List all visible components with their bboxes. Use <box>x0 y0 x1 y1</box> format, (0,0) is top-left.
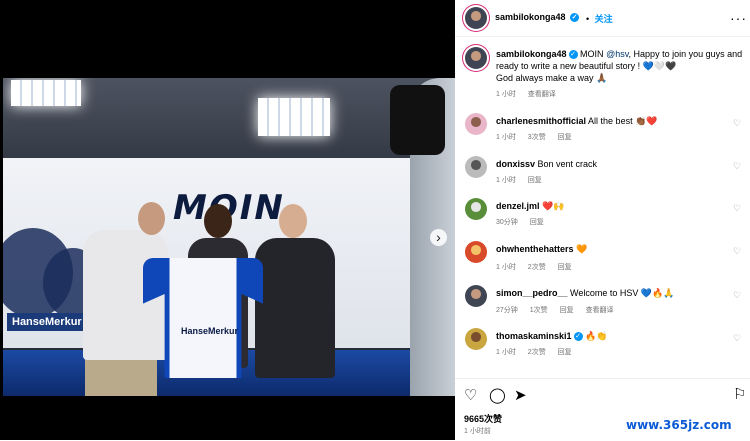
comment: ohwhenthehatters 🧡 <box>496 244 587 255</box>
sponsor-banner: HanseMerkur <box>7 313 87 331</box>
caption-line2: God always make a way 🙏🏾 <box>496 73 608 83</box>
comment-like-icon[interactable]: ♡ <box>733 161 741 172</box>
person-center-head <box>204 204 232 238</box>
comment-avatar[interactable] <box>465 328 487 350</box>
header-username[interactable]: sambilokonga48 <box>495 12 566 22</box>
follow-button[interactable]: 关注 <box>595 14 613 24</box>
verified-badge-icon: ✓ <box>570 13 580 23</box>
person-left-head <box>138 202 165 235</box>
ceiling-light <box>258 98 330 136</box>
see-translation-link[interactable]: 查看翻译 <box>586 307 614 314</box>
see-translation-link[interactable]: 查看翻译 <box>528 91 556 98</box>
comment-body: 🧡 <box>576 244 588 254</box>
comment-like-icon[interactable]: ♡ <box>733 203 741 214</box>
comment-username[interactable]: charlenesmithofficial <box>496 116 586 126</box>
comment-body: Bon vent crack <box>537 159 598 169</box>
comment-like-icon[interactable]: ♡ <box>733 118 741 129</box>
comment-like-icon[interactable]: ♡ <box>733 246 741 257</box>
verified-badge-icon: ✓ <box>568 50 578 60</box>
post-time: 1 小时前 <box>464 428 491 435</box>
comment-username[interactable]: denzel.jml <box>496 201 540 211</box>
comment-time: 30分钟 <box>496 219 518 226</box>
reply-button[interactable]: 回复 <box>560 307 574 314</box>
comment-body: Welcome to HSV 💙🔥🙏 <box>570 288 675 298</box>
post-header: sambilokonga48 ✓ • 关注 ··· <box>455 0 750 37</box>
share-icon[interactable]: ➤ <box>514 386 527 404</box>
comment-time: 1 小时 <box>496 349 516 356</box>
caption-time: 1 小时 <box>496 91 516 98</box>
comment-like-icon[interactable]: ♡ <box>733 333 741 344</box>
person-right-head <box>279 204 307 238</box>
camera <box>390 85 445 155</box>
avatar[interactable] <box>465 7 487 29</box>
post-caption: sambilokonga48 ✓ MOIN @hsv, Happy to join… <box>496 48 744 84</box>
ceiling-light <box>11 80 81 106</box>
carousel-next-icon[interactable]: › <box>430 229 447 246</box>
comment-time: 1 小时 <box>496 177 516 184</box>
person-right <box>255 238 335 378</box>
comment: thomaskaminski1 ✓ 🔥👏 <box>496 331 607 342</box>
reply-button[interactable]: 回复 <box>528 177 542 184</box>
comment-icon[interactable]: ◯ <box>489 386 506 404</box>
comment-username[interactable]: simon__pedro__ <box>496 288 568 298</box>
comment-likes[interactable]: 3次赞 <box>528 134 546 141</box>
caption-lead: MOIN <box>580 49 604 59</box>
comment-time: 1 小时 <box>496 264 516 271</box>
comment-time: 27分钟 <box>496 307 518 314</box>
comment-like-icon[interactable]: ♡ <box>733 290 741 301</box>
like-count[interactable]: 9665次赞 <box>464 412 502 425</box>
bookmark-icon[interactable]: ⚐ <box>733 385 746 403</box>
comment: denzel.jml ❤️🙌 <box>496 201 564 212</box>
post-side-panel: sambilokonga48 ✓ • 关注 ··· sambilokonga48… <box>455 0 750 441</box>
reply-button[interactable]: 回复 <box>558 349 572 356</box>
watermark: www.365jz.com <box>626 418 732 432</box>
reply-button[interactable]: 回复 <box>530 219 544 226</box>
comment: simon__pedro__ Welcome to HSV 💙🔥🙏 <box>496 288 675 299</box>
comment-body: ❤️🙌 <box>542 201 565 211</box>
comment-body: All the best 👏🏾❤️ <box>588 116 658 126</box>
media-pane: MOIN HanseMerkur HanseMerkur › <box>0 0 455 440</box>
comment-username[interactable]: donxissv <box>496 159 535 169</box>
comment-avatar[interactable] <box>465 241 487 263</box>
heart-icon[interactable]: ♡ <box>464 386 477 404</box>
comment-avatar[interactable] <box>465 285 487 307</box>
comment-avatar[interactable] <box>465 198 487 220</box>
reply-button[interactable]: 回复 <box>558 134 572 141</box>
comment: donxissv Bon vent crack <box>496 159 597 169</box>
jersey-sponsor: HanseMerkur <box>181 326 239 336</box>
comment-avatar[interactable] <box>465 113 487 135</box>
separator-dot: • <box>586 14 590 24</box>
comment-likes[interactable]: 2次赞 <box>528 349 546 356</box>
comment-username[interactable]: thomaskaminski1 <box>496 331 572 341</box>
caption-avatar[interactable] <box>465 47 487 69</box>
verified-badge-icon: ✓ <box>573 332 583 342</box>
post-photo[interactable]: MOIN HanseMerkur HanseMerkur <box>3 78 453 396</box>
comment-likes[interactable]: 1次赞 <box>530 307 548 314</box>
more-horizontal-icon[interactable]: ··· <box>730 10 747 26</box>
comment-time: 1 小时 <box>496 134 516 141</box>
comment-username[interactable]: ohwhenthehatters <box>496 244 574 254</box>
reply-button[interactable]: 回复 <box>558 264 572 271</box>
comment: charlenesmithofficial All the best 👏🏾❤️ <box>496 116 658 127</box>
caption-username[interactable]: sambilokonga48 <box>496 49 567 59</box>
comment-likes[interactable]: 2次赞 <box>528 264 546 271</box>
comment-body: 🔥👏 <box>585 331 608 341</box>
comment-avatar[interactable] <box>465 156 487 178</box>
caption-mention[interactable]: @hsv <box>606 49 628 59</box>
